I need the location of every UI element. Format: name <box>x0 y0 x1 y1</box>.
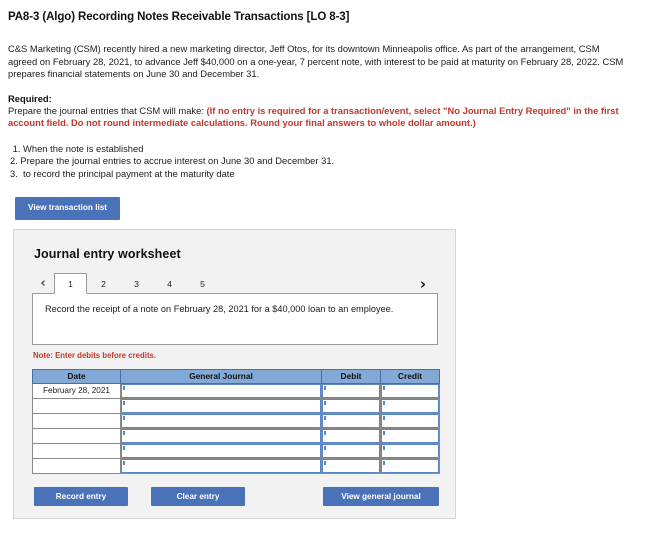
general-journal-input[interactable] <box>121 398 321 413</box>
cell-date[interactable] <box>32 397 121 414</box>
column-header-date: Date <box>32 368 121 384</box>
table-row <box>32 427 440 444</box>
record-entry-button[interactable]: Record entry <box>34 486 128 506</box>
view-general-journal-button[interactable]: View general journal <box>323 486 439 506</box>
column-header-debit: Debit <box>321 368 381 384</box>
worksheet-heading: Journal entry worksheet <box>34 246 181 261</box>
cell-debit[interactable] <box>321 397 381 414</box>
debits-before-credits-note: Note: Enter debits before credits. <box>33 350 157 360</box>
debit-input[interactable] <box>322 458 380 473</box>
cell-credit[interactable] <box>380 382 440 399</box>
problem-page: PA8-3 (Algo) Recording Notes Receivable … <box>0 0 645 519</box>
required-steps-list: 1. When the note is established 2. Prepa… <box>10 143 637 181</box>
general-journal-input[interactable] <box>121 383 321 398</box>
cell-date[interactable] <box>32 442 121 459</box>
credit-input[interactable] <box>381 398 439 413</box>
view-transaction-list-button[interactable]: View transaction list <box>15 197 121 220</box>
required-instructions: Prepare the journal entries that CSM wil… <box>8 105 637 130</box>
required-lead-text: Prepare the journal entries that CSM wil… <box>8 104 204 116</box>
step-item: 2. Prepare the journal entries to accrue… <box>10 155 335 167</box>
tab-entry-2[interactable]: 2 <box>87 273 120 294</box>
column-header-credit: Credit <box>380 368 440 384</box>
cell-credit[interactable] <box>380 412 440 429</box>
cell-date[interactable] <box>32 412 121 429</box>
cell-credit[interactable] <box>380 457 440 474</box>
cell-date[interactable]: February 28, 2021 <box>32 382 121 399</box>
general-journal-input[interactable] <box>121 443 321 458</box>
entry-description-text: Record the receipt of a note on February… <box>45 303 394 314</box>
credit-input[interactable] <box>381 458 439 473</box>
table-row <box>32 442 440 459</box>
tab-entry-5[interactable]: 5 <box>186 273 219 294</box>
general-journal-input[interactable] <box>121 458 321 473</box>
cell-debit[interactable] <box>321 382 381 399</box>
credit-input[interactable] <box>381 443 439 458</box>
general-journal-input[interactable] <box>121 413 321 428</box>
cell-debit[interactable] <box>321 442 381 459</box>
cell-date[interactable] <box>32 427 121 444</box>
table-header-row: Date General Journal Debit Credit <box>32 368 440 384</box>
cell-credit[interactable] <box>380 427 440 444</box>
debit-input[interactable] <box>322 443 380 458</box>
entry-description-box: Record the receipt of a note on February… <box>32 292 438 345</box>
page-title: PA8-3 (Algo) Recording Notes Receivable … <box>8 11 350 23</box>
table-row <box>32 457 440 474</box>
table-row <box>32 397 440 414</box>
table-row <box>32 412 440 429</box>
debit-input[interactable] <box>322 383 380 398</box>
credit-input[interactable] <box>381 428 439 443</box>
tab-entry-3[interactable]: 3 <box>120 273 153 294</box>
column-header-general-journal: General Journal <box>120 368 322 384</box>
required-label: Required: <box>8 92 52 104</box>
debit-input[interactable] <box>322 413 380 428</box>
cell-debit[interactable] <box>321 412 381 429</box>
cell-credit[interactable] <box>380 442 440 459</box>
cell-debit[interactable] <box>321 427 381 444</box>
tab-entry-4[interactable]: 4 <box>153 273 186 294</box>
general-journal-input[interactable] <box>121 428 321 443</box>
journal-entry-table: Date General Journal Debit Credit Februa… <box>32 368 440 474</box>
tab-entry-1[interactable]: 1 <box>54 272 87 294</box>
problem-intro-text: C&S Marketing (CSM) recently hired a new… <box>8 43 624 80</box>
debit-input[interactable] <box>322 428 380 443</box>
cell-general-journal[interactable] <box>120 397 322 414</box>
table-row: February 28, 2021 <box>32 382 440 399</box>
step-item: 1. When the note is established <box>10 142 144 154</box>
worksheet-tabs: ‹ 1 2 3 4 5 › <box>32 272 442 294</box>
chevron-right-icon[interactable]: › <box>412 274 434 294</box>
chevron-left-icon[interactable]: ‹ <box>32 274 54 294</box>
cell-debit[interactable] <box>321 457 381 474</box>
cell-general-journal[interactable] <box>120 457 322 474</box>
cell-general-journal[interactable] <box>120 382 322 399</box>
credit-input[interactable] <box>381 383 439 398</box>
cell-date[interactable] <box>32 457 121 474</box>
date-value: February 28, 2021 <box>43 385 110 395</box>
debit-input[interactable] <box>322 398 380 413</box>
clear-entry-button[interactable]: Clear entry <box>151 486 245 506</box>
worksheet-action-buttons: Record entry Clear entry View general jo… <box>34 486 439 506</box>
cell-general-journal[interactable] <box>120 427 322 444</box>
cell-general-journal[interactable] <box>120 412 322 429</box>
cell-general-journal[interactable] <box>120 442 322 459</box>
journal-entry-worksheet-panel: Journal entry worksheet ‹ 1 2 3 4 5 › Re… <box>13 228 456 519</box>
cell-credit[interactable] <box>380 397 440 414</box>
step-item: 3. to record the principal payment at th… <box>10 167 235 179</box>
credit-input[interactable] <box>381 413 439 428</box>
